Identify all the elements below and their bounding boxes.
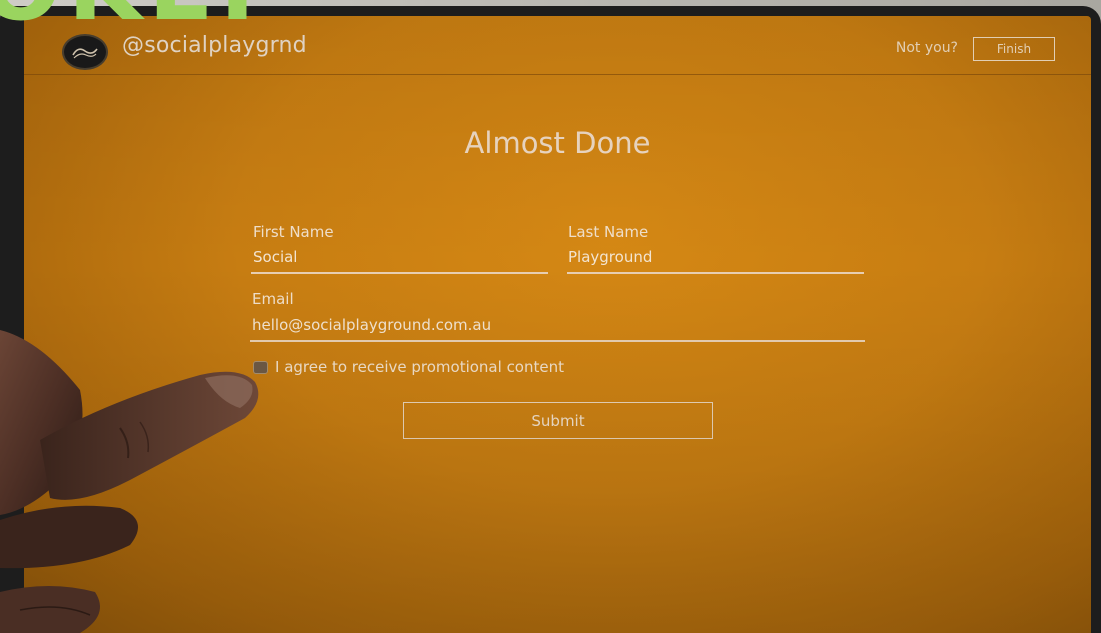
last-name-underline: [567, 272, 864, 274]
email-underline: [250, 340, 865, 342]
agree-row[interactable]: I agree to receive promotional content: [253, 358, 564, 376]
first-name-underline: [251, 272, 548, 274]
finish-button[interactable]: Finish: [973, 37, 1055, 61]
first-name-label: First Name: [253, 223, 334, 241]
pointing-hand-icon: [0, 330, 259, 633]
not-you-link[interactable]: Not you?: [896, 40, 958, 56]
photo-stage: @socialplaygrnd Not you? Finish Almost D…: [0, 0, 1101, 633]
page-title: Almost Done: [464, 126, 651, 160]
email-label: Email: [252, 290, 294, 308]
agree-label: I agree to receive promotional content: [275, 358, 564, 376]
last-name-label: Last Name: [568, 223, 649, 241]
first-name-field[interactable]: [253, 246, 547, 268]
overlay-caption: OKEI: [0, 0, 261, 42]
email-field[interactable]: [252, 314, 862, 336]
last-name-field[interactable]: [568, 246, 862, 268]
submit-button[interactable]: Submit: [403, 402, 713, 439]
